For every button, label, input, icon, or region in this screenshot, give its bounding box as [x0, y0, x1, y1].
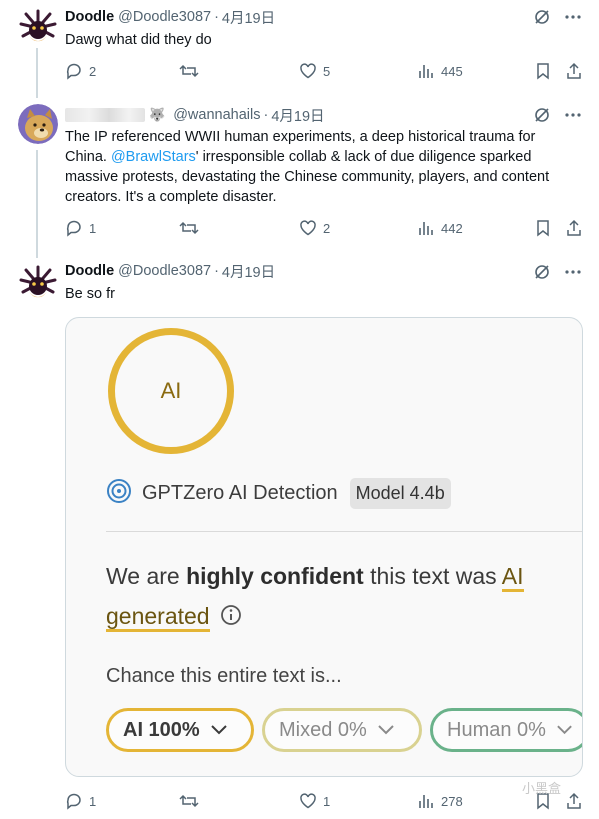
mention-link[interactable]: @BrawlStars — [111, 149, 196, 165]
like-count: 5 — [323, 63, 331, 79]
display-name[interactable]: Doodle — [65, 9, 114, 25]
reply-button[interactable]: 2 — [65, 62, 96, 80]
reply-icon — [66, 63, 81, 80]
score-pills: AI 100% Mixed 0% Human 0% — [106, 708, 582, 752]
tweet-date[interactable]: 4月19日 — [271, 105, 324, 126]
human-score-pill: Human 0% — [430, 708, 582, 752]
grok-icon[interactable] — [533, 8, 551, 26]
blurred-display-name — [65, 108, 145, 122]
view-count: 445 — [441, 63, 463, 79]
grok-icon[interactable] — [533, 263, 551, 281]
tweet-text: Dawg what did they do — [65, 32, 212, 48]
more-icon[interactable] — [565, 264, 581, 280]
tweet-date[interactable]: 4月19日 — [222, 261, 275, 282]
bookmark-button[interactable] — [535, 62, 551, 80]
like-count: 2 — [323, 220, 331, 236]
user-handle[interactable]: @Doodle3087 — [118, 263, 211, 279]
reply-button[interactable]: 1 — [65, 219, 96, 237]
retweet-icon — [179, 221, 199, 235]
chevron-down-icon — [557, 725, 572, 735]
avatar-urchin[interactable] — [18, 264, 58, 304]
avatar-urchin[interactable] — [18, 8, 58, 48]
reply-icon — [66, 793, 81, 810]
like-button[interactable]: 5 — [299, 62, 330, 80]
chevron-down-icon — [211, 725, 227, 735]
user-handle[interactable]: @Doodle3087 — [118, 9, 211, 25]
chevron-down-icon — [378, 725, 394, 735]
views-button[interactable]: 445 — [417, 62, 463, 80]
retweet-button[interactable] — [179, 792, 199, 810]
display-name[interactable]: Doodle — [65, 263, 114, 279]
view-count: 442 — [441, 220, 463, 236]
retweet-icon — [179, 794, 199, 808]
model-badge: Model 4.4b — [349, 478, 451, 509]
like-button[interactable]: 2 — [299, 219, 330, 237]
share-button[interactable] — [565, 219, 583, 237]
user-handle[interactable]: @wannahails — [173, 107, 260, 123]
gptzero-logo-icon — [106, 478, 132, 509]
like-button[interactable]: 1 — [299, 792, 330, 810]
ai-score-pill: AI 100% — [106, 708, 254, 752]
verdict-text: We are highly confident this text was AI… — [106, 556, 576, 638]
tweet-header: Doodle @Doodle3087 · 4月19日 — [65, 7, 599, 27]
tweet-1[interactable]: Doodle @Doodle3087 · 4月19日 Dawg what did… — [0, 0, 599, 96]
tweet-2[interactable]: 🐺 @wannahails · 4月19日 The IP referenced … — [0, 96, 599, 256]
tweet-text: The IP referenced WWII human experiments… — [65, 129, 550, 205]
share-button[interactable] — [565, 62, 583, 80]
mixed-score-pill: Mixed 0% — [262, 708, 422, 752]
chance-label: Chance this entire text is... — [106, 665, 342, 687]
views-icon — [419, 222, 433, 235]
tweet-header: Doodle @Doodle3087 · 4月19日 — [65, 261, 599, 281]
heart-icon — [300, 220, 316, 236]
reply-count: 2 — [89, 63, 97, 79]
more-icon[interactable] — [565, 107, 581, 123]
bookmark-icon — [537, 63, 549, 80]
divider — [106, 531, 582, 532]
like-count: 1 — [323, 793, 331, 809]
views-icon — [419, 65, 433, 78]
heart-icon — [300, 63, 316, 79]
reply-count: 1 — [89, 793, 97, 809]
retweet-icon — [179, 64, 199, 78]
tweet-header: 🐺 @wannahails · 4月19日 — [65, 105, 599, 125]
heart-icon — [300, 793, 316, 809]
share-icon — [567, 62, 581, 79]
reply-button[interactable]: 1 — [65, 792, 96, 810]
share-icon — [567, 219, 581, 236]
info-icon — [220, 598, 242, 638]
views-button[interactable]: 442 — [417, 219, 463, 237]
fox-badge-icon: 🐺 — [149, 107, 166, 122]
watermark: 小黑盒 — [522, 781, 562, 796]
ring-label: AI — [160, 378, 182, 403]
view-count: 278 — [441, 793, 463, 809]
grok-icon[interactable] — [533, 106, 551, 124]
more-icon[interactable] — [565, 9, 581, 25]
retweet-button[interactable] — [179, 62, 199, 80]
gptzero-title: GPTZero AI Detection — [142, 482, 338, 504]
tweet-actions: 2 5 445 — [65, 62, 587, 82]
bookmark-icon — [537, 220, 549, 237]
tweet-actions: 1 2 442 — [65, 219, 587, 239]
retweet-button[interactable] — [179, 219, 199, 237]
ai-score-ring: AI — [108, 328, 234, 454]
tweet-date[interactable]: 4月19日 — [222, 7, 275, 28]
gptzero-header: GPTZero AI Detection Model 4.4b — [106, 478, 451, 509]
tweet-text: Be so fr — [65, 286, 115, 302]
bookmark-button[interactable] — [535, 219, 551, 237]
reply-icon — [66, 220, 81, 237]
views-icon — [419, 795, 433, 808]
tweet-actions: 1 1 278 — [65, 792, 587, 812]
attached-image-gptzero[interactable]: AI GPTZero AI Detection Model 4.4b We ar… — [65, 317, 583, 777]
reply-count: 1 — [89, 220, 97, 236]
views-button[interactable]: 278 — [417, 792, 463, 810]
avatar-doge[interactable] — [18, 104, 58, 144]
